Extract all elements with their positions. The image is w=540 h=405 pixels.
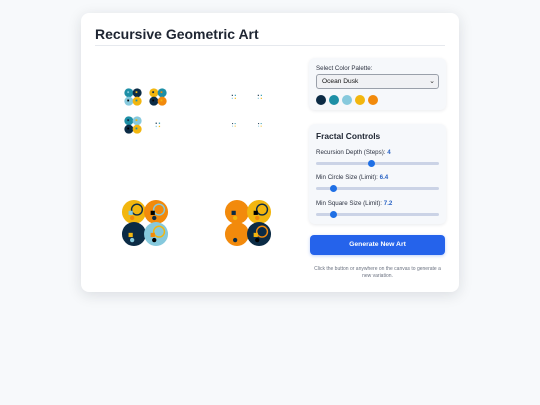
art-square — [152, 99, 155, 102]
art-square — [155, 122, 157, 124]
art-square — [234, 97, 236, 99]
art-svg[interactable] — [93, 53, 305, 285]
palette-select[interactable]: Ocean Dusk ⌄ — [316, 74, 439, 89]
art-dot — [233, 215, 238, 221]
art-square — [135, 119, 138, 122]
art-square — [260, 123, 262, 125]
art-square — [160, 91, 163, 94]
fractal-controls-panel: Fractal Controls Recursion Depth (Steps)… — [309, 124, 446, 224]
art-square — [128, 210, 133, 215]
palette-swatch-3 — [355, 95, 365, 105]
art-square — [127, 99, 130, 102]
title-divider — [95, 45, 445, 46]
art-square — [231, 232, 236, 238]
generate-art-button[interactable]: Generate New Art — [310, 235, 445, 255]
circle-size-label-text: Min Circle Size (Limit): — [316, 174, 378, 181]
depth-slider[interactable] — [316, 160, 439, 167]
square-size-label: Min Square Size (Limit): 7.2 — [316, 200, 392, 207]
art-square — [152, 91, 155, 94]
circle-size-value: 6.4 — [379, 174, 389, 181]
art-square — [231, 210, 236, 215]
palette-panel: Select Color Palette: Ocean Dusk ⌄ — [309, 58, 446, 110]
square-size-label-text: Min Square Size (Limit): — [316, 200, 383, 207]
depth-label: Recursion Depth (Steps): 4 — [316, 149, 391, 156]
art-square — [150, 232, 155, 238]
app-card: Recursive Geometric Art Select Color Pal… — [81, 13, 459, 292]
circle-size-slider[interactable] — [316, 185, 439, 192]
page-title: Recursive Geometric Art — [95, 26, 259, 42]
depth-label-text: Recursion Depth (Steps): — [316, 149, 386, 156]
palette-swatches — [316, 95, 378, 105]
art-square — [231, 94, 233, 96]
art-square — [232, 123, 234, 125]
depth-slider-thumb[interactable] — [367, 160, 375, 167]
generate-hint: Click the button or anywhere on the canv… — [314, 266, 441, 279]
art-dot — [130, 237, 135, 243]
art-dot — [130, 215, 135, 221]
art-dot — [255, 215, 260, 221]
circle-size-label: Min Circle Size (Limit): 6.4 — [316, 174, 388, 181]
art-square — [158, 122, 161, 124]
art-square — [257, 94, 259, 96]
art-square — [127, 119, 130, 122]
art-circle — [224, 222, 249, 247]
art-dot — [152, 215, 157, 221]
art-square — [258, 123, 260, 125]
palette-label: Select Color Palette: — [316, 65, 373, 72]
art-square — [234, 123, 236, 125]
controls-title: Fractal Controls — [316, 131, 381, 141]
art-square — [155, 125, 157, 128]
art-square — [135, 91, 138, 94]
art-square — [257, 97, 259, 99]
art-square — [135, 99, 138, 102]
art-dot — [255, 237, 260, 243]
square-size-value: 7.2 — [383, 200, 393, 207]
art-square — [234, 125, 236, 127]
art-square — [150, 210, 155, 215]
art-dot — [233, 237, 238, 243]
art-square — [232, 125, 234, 127]
art-square — [127, 91, 130, 94]
art-square — [260, 125, 262, 127]
palette-swatch-1 — [329, 95, 339, 105]
art-square — [260, 94, 262, 96]
art-square — [128, 232, 133, 238]
art-square — [253, 210, 258, 215]
square-size-slider[interactable] — [316, 211, 439, 218]
palette-swatch-4 — [368, 95, 378, 105]
art-square — [231, 97, 233, 99]
circle-size-slider-thumb[interactable] — [329, 185, 337, 192]
chevron-down-icon: ⌄ — [429, 78, 435, 85]
art-square — [260, 97, 262, 99]
square-size-slider-thumb[interactable] — [329, 211, 337, 218]
palette-swatch-0 — [316, 95, 326, 105]
art-circle — [121, 222, 146, 247]
depth-value: 4 — [387, 149, 391, 156]
art-square — [253, 232, 258, 238]
art-square — [160, 99, 163, 102]
art-canvas[interactable] — [93, 53, 305, 285]
art-square — [135, 127, 138, 130]
art-square — [127, 127, 130, 130]
art-square — [258, 125, 260, 127]
art-square — [158, 125, 161, 128]
palette-select-value: Ocean Dusk — [322, 78, 359, 85]
art-square — [234, 94, 236, 96]
palette-swatch-2 — [342, 95, 352, 105]
art-dot — [152, 237, 157, 243]
